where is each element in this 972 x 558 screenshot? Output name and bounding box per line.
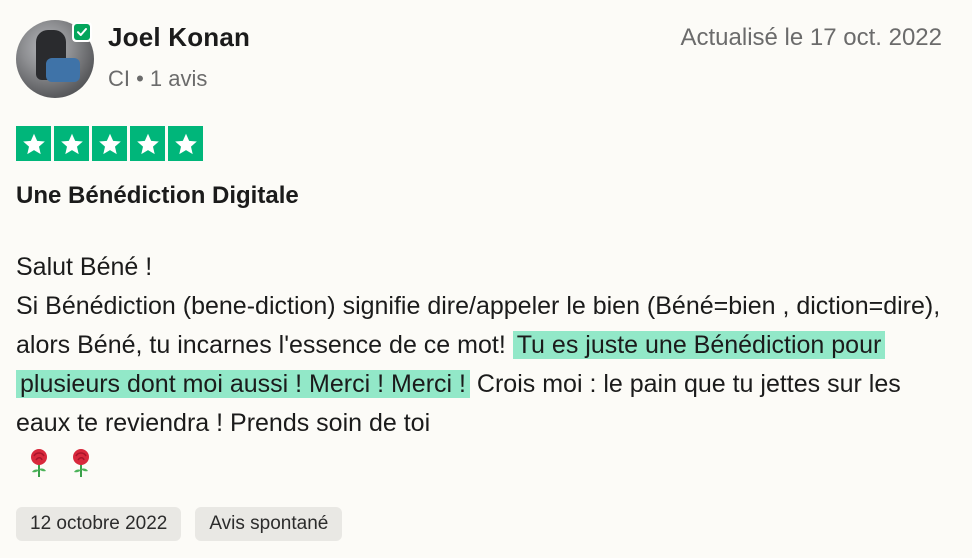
verified-check-icon bbox=[72, 22, 92, 42]
emoji-line bbox=[16, 443, 946, 482]
reviewer-name[interactable]: Joel Konan bbox=[108, 22, 250, 53]
review-title[interactable]: Une Bénédiction Digitale bbox=[16, 182, 299, 210]
review-card: Joel Konan CI • 1 avis Actualisé le 17 o… bbox=[0, 0, 972, 558]
star-icon bbox=[16, 126, 51, 161]
review-greeting: Salut Béné ! bbox=[16, 253, 153, 281]
review-tags: 12 octobre 2022 Avis spontané bbox=[16, 507, 343, 541]
avatar[interactable] bbox=[16, 20, 94, 98]
star-rating bbox=[16, 126, 203, 161]
reviewer-meta: CI • 1 avis bbox=[108, 66, 208, 91]
star-icon bbox=[92, 126, 127, 161]
review-paragraph: Si Bénédiction (bene-diction) signifie d… bbox=[16, 287, 946, 443]
rose-icon bbox=[26, 448, 52, 478]
review-type-tag[interactable]: Avis spontané bbox=[195, 507, 343, 541]
star-icon bbox=[130, 126, 165, 161]
date-of-experience-tag: 12 octobre 2022 bbox=[16, 507, 182, 541]
updated-date: Actualisé le 17 oct. 2022 bbox=[680, 24, 942, 51]
star-icon bbox=[168, 126, 203, 161]
rose-icon bbox=[68, 448, 94, 478]
review-body: Salut Béné ! Si Bénédiction (bene-dictio… bbox=[16, 248, 946, 482]
star-icon bbox=[54, 126, 89, 161]
